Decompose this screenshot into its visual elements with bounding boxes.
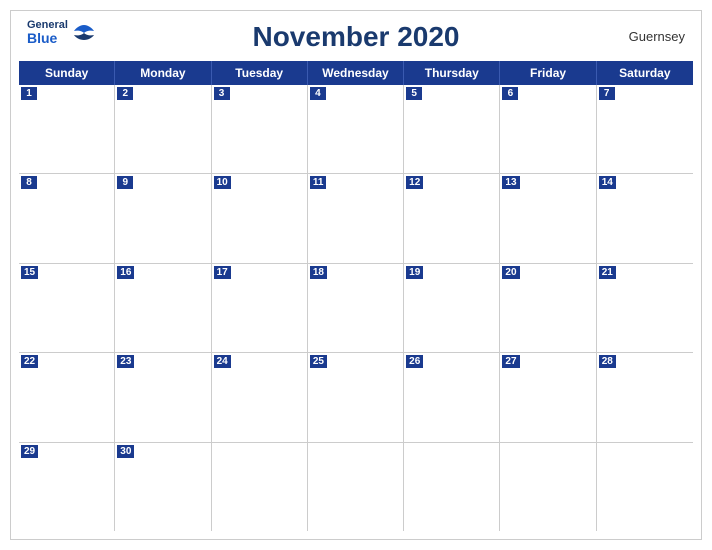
day-number-10: 10 [214, 176, 231, 189]
day-cell-20: 20 [500, 264, 596, 352]
month-title: November 2020 [252, 21, 459, 53]
day-number-16: 16 [117, 266, 134, 279]
day-cell-6: 6 [500, 85, 596, 173]
day-number-26: 26 [406, 355, 423, 368]
day-number-17: 17 [214, 266, 231, 279]
calendar: General Blue November 2020 Guernsey Sund… [10, 10, 702, 540]
day-header-friday: Friday [500, 61, 596, 85]
day-cell-2: 2 [115, 85, 211, 173]
day-number-13: 13 [502, 176, 519, 189]
day-header-saturday: Saturday [597, 61, 693, 85]
day-cell-26: 26 [404, 353, 500, 441]
empty-cell [597, 443, 693, 531]
day-cell-8: 8 [19, 174, 115, 262]
day-number-24: 24 [214, 355, 231, 368]
day-number-2: 2 [117, 87, 133, 100]
day-header-tuesday: Tuesday [212, 61, 308, 85]
logo-text: General Blue [27, 19, 68, 46]
day-cell-19: 19 [404, 264, 500, 352]
day-cell-5: 5 [404, 85, 500, 173]
day-number-9: 9 [117, 176, 133, 189]
day-cell-7: 7 [597, 85, 693, 173]
day-header-thursday: Thursday [404, 61, 500, 85]
day-number-5: 5 [406, 87, 422, 100]
day-header-wednesday: Wednesday [308, 61, 404, 85]
day-number-8: 8 [21, 176, 37, 189]
week-row-2: 15 16 17 18 19 20 21 [19, 264, 693, 353]
week-row-0: 1 2 3 4 5 6 7 [19, 85, 693, 174]
day-cell-22: 22 [19, 353, 115, 441]
day-cell-27: 27 [500, 353, 596, 441]
day-number-4: 4 [310, 87, 326, 100]
empty-cell [500, 443, 596, 531]
day-header-sunday: Sunday [19, 61, 115, 85]
country-label: Guernsey [629, 29, 685, 44]
week-row-3: 22 23 24 25 26 27 28 [19, 353, 693, 442]
logo-bird-icon [70, 23, 98, 43]
day-number-25: 25 [310, 355, 327, 368]
day-cell-4: 4 [308, 85, 404, 173]
day-cell-9: 9 [115, 174, 211, 262]
week-row-4: 29 30 [19, 443, 693, 531]
day-headers: SundayMondayTuesdayWednesdayThursdayFrid… [19, 61, 693, 85]
day-number-30: 30 [117, 445, 134, 458]
day-number-20: 20 [502, 266, 519, 279]
day-cell-3: 3 [212, 85, 308, 173]
day-cell-28: 28 [597, 353, 693, 441]
day-number-27: 27 [502, 355, 519, 368]
day-cell-17: 17 [212, 264, 308, 352]
empty-cell [308, 443, 404, 531]
day-cell-24: 24 [212, 353, 308, 441]
day-cell-21: 21 [597, 264, 693, 352]
day-number-3: 3 [214, 87, 230, 100]
day-number-28: 28 [599, 355, 616, 368]
day-number-11: 11 [310, 176, 327, 189]
day-cell-16: 16 [115, 264, 211, 352]
day-number-15: 15 [21, 266, 38, 279]
day-number-22: 22 [21, 355, 38, 368]
empty-cell [212, 443, 308, 531]
day-number-1: 1 [21, 87, 37, 100]
day-cell-23: 23 [115, 353, 211, 441]
logo-blue: Blue [27, 31, 68, 46]
day-number-6: 6 [502, 87, 518, 100]
day-cell-14: 14 [597, 174, 693, 262]
day-number-29: 29 [21, 445, 38, 458]
day-cell-1: 1 [19, 85, 115, 173]
calendar-header: General Blue November 2020 Guernsey [11, 11, 701, 57]
day-cell-15: 15 [19, 264, 115, 352]
day-cell-29: 29 [19, 443, 115, 531]
day-header-monday: Monday [115, 61, 211, 85]
weeks-container: 1234567891011121314151617181920212223242… [19, 85, 693, 531]
day-number-18: 18 [310, 266, 327, 279]
day-cell-11: 11 [308, 174, 404, 262]
day-cell-25: 25 [308, 353, 404, 441]
calendar-grid: SundayMondayTuesdayWednesdayThursdayFrid… [19, 61, 693, 531]
day-number-14: 14 [599, 176, 616, 189]
day-cell-13: 13 [500, 174, 596, 262]
empty-cell [404, 443, 500, 531]
day-number-12: 12 [406, 176, 423, 189]
day-number-23: 23 [117, 355, 134, 368]
logo: General Blue [27, 19, 98, 46]
day-cell-10: 10 [212, 174, 308, 262]
day-number-19: 19 [406, 266, 423, 279]
day-cell-12: 12 [404, 174, 500, 262]
day-number-21: 21 [599, 266, 616, 279]
day-cell-30: 30 [115, 443, 211, 531]
day-cell-18: 18 [308, 264, 404, 352]
week-row-1: 8 9 10 11 12 13 14 [19, 174, 693, 263]
day-number-7: 7 [599, 87, 615, 100]
